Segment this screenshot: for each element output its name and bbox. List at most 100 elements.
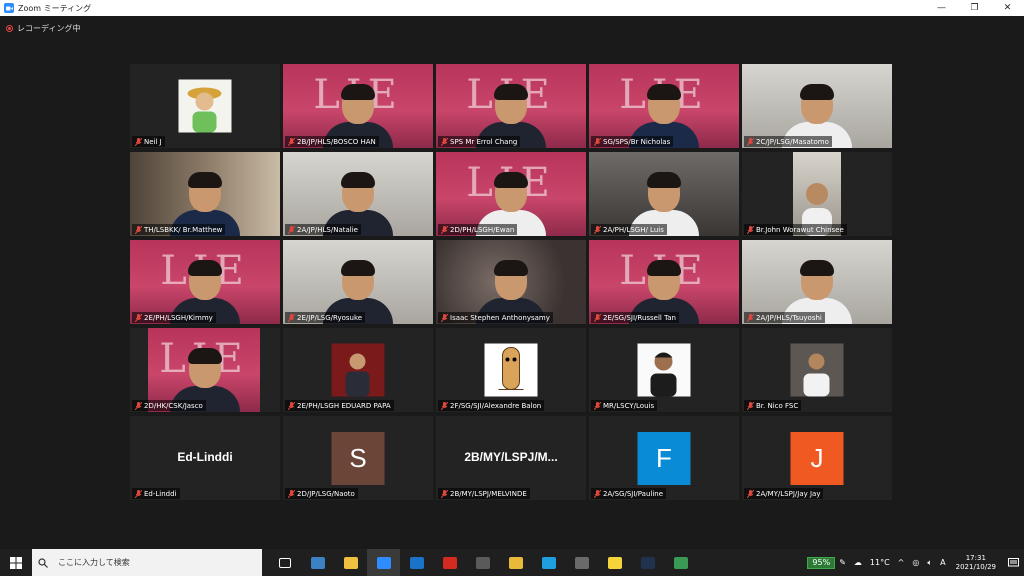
taskbar-app-blue-button[interactable] (631, 549, 664, 576)
muted-mic-icon (135, 489, 142, 498)
battery-indicator[interactable]: 95% (807, 556, 836, 569)
participant-name-bar: 2D/JP/LSG/Naoto (285, 488, 358, 499)
volume-icon[interactable]: 🔈︎ (927, 558, 932, 568)
muted-mic-icon (747, 401, 754, 410)
participant-tile[interactable]: 2C/JP/LSG/Masatomo (742, 64, 892, 148)
close-button[interactable]: ✕ (991, 0, 1024, 16)
participant-tile[interactable]: Ed-Linddi Ed-Linddi (130, 416, 280, 500)
participant-tile[interactable]: LIE2D/HK/CSK/Jasco (130, 328, 280, 412)
windows-logo-icon (10, 556, 22, 569)
participant-tile[interactable]: Isaac Stephen Anthonysamy (436, 240, 586, 324)
taskbar-mail-button[interactable] (400, 549, 433, 576)
recording-indicator[interactable]: レコーディング中 (6, 21, 80, 35)
temperature[interactable]: 11°C (870, 558, 890, 567)
muted-mic-icon (288, 313, 295, 322)
edge-icon (541, 556, 556, 569)
notification-icon[interactable] (1002, 549, 1024, 576)
ime-indicator[interactable]: A (940, 558, 945, 567)
participant-tile[interactable]: Neil J (130, 64, 280, 148)
avatar-letter: F (656, 443, 672, 473)
taskbar-calculator-button[interactable] (466, 549, 499, 576)
participant-tile[interactable]: 2F/SG/SJI/Alexandre Balon (436, 328, 586, 412)
participant-tile[interactable]: LIE2E/PH/LSGH/Kimmy (130, 240, 280, 324)
participant-tile[interactable]: LIE2E/SG/SJI/Russell Tan (589, 240, 739, 324)
taskbar-explorer-button[interactable] (334, 549, 367, 576)
participant-tile[interactable]: 2A/JP/HLS/Tsuyoshi (742, 240, 892, 324)
participant-tile[interactable]: TH/LSBKK/ Br.Matthew (130, 152, 280, 236)
taskbar-edge-button[interactable] (532, 549, 565, 576)
participant-tile[interactable]: MR/LSCY/Louis (589, 328, 739, 412)
taskbar-search-box[interactable]: ここに入力して検索 (32, 549, 262, 576)
participant-name-bar: 2C/JP/LSG/Masatomo (744, 136, 832, 147)
participant-name: Isaac Stephen Anthonysamy (450, 313, 550, 322)
muted-mic-icon (747, 489, 754, 498)
participant-tile[interactable]: Br.John Worawut Chinsee (742, 152, 892, 236)
clock[interactable]: 17:31 2021/10/29 (956, 554, 996, 572)
avatar-letter: J (810, 443, 824, 473)
participant-tile[interactable]: 2E/PH/LSGH EDUARD PAPA (283, 328, 433, 412)
muted-mic-icon (441, 489, 448, 498)
taskbar-task-view-button[interactable] (268, 549, 301, 576)
participant-name: 2A/MY/LSPJ/Jay Jay (756, 489, 821, 498)
camera-icon (574, 556, 589, 569)
participant-name-bar: TH/LSBKK/ Br.Matthew (132, 224, 226, 235)
muted-mic-icon (747, 225, 754, 234)
participant-name: SG/SPS/Br Nicholas (603, 137, 671, 146)
chevron-up-icon[interactable]: ^ (898, 558, 905, 567)
muted-mic-icon (594, 489, 601, 498)
participant-name-bar: 2A/SG/SJI/Pauline (591, 488, 667, 499)
chrome-2-icon (673, 556, 688, 569)
participant-name: Ed-Linddi (144, 489, 177, 498)
participant-tile[interactable]: S 2D/JP/LSG/Naoto (283, 416, 433, 500)
taskbar-store-button[interactable] (301, 549, 334, 576)
muted-mic-icon (594, 225, 601, 234)
participant-tile[interactable]: LIE2D/PH/LSGH/Ewan (436, 152, 586, 236)
participant-name-bar: Isaac Stephen Anthonysamy (438, 312, 553, 323)
search-placeholder: ここに入力して検索 (58, 558, 130, 567)
muted-mic-icon (441, 401, 448, 410)
participant-name-bar: Ed-Linddi (132, 488, 180, 499)
participant-name: 2D/HK/CSK/Jasco (144, 401, 203, 410)
participant-name: 2A/JP/HLS/Natalie (297, 225, 358, 234)
participant-name-bar: 2D/PH/LSGH/Ewan (438, 224, 518, 235)
taskbar-chrome-button[interactable] (499, 549, 532, 576)
taskbar-acrobat-button[interactable] (433, 549, 466, 576)
muted-mic-icon (288, 225, 295, 234)
participant-tile[interactable]: 2A/PH/LSGH/ Luis (589, 152, 739, 236)
participant-name-bar: 2A/PH/LSGH/ Luis (591, 224, 667, 235)
pen-icon[interactable]: ✎ (839, 558, 846, 567)
taskbar-chrome-2-button[interactable] (664, 549, 697, 576)
participant-name-bar: 2A/JP/HLS/Tsuyoshi (744, 312, 825, 323)
taskbar-sticky-notes-button[interactable] (598, 549, 631, 576)
weather-icon[interactable]: ☁ (854, 558, 862, 567)
start-button[interactable] (0, 549, 32, 576)
minimize-button[interactable]: — (925, 0, 958, 16)
taskbar-camera-button[interactable] (565, 549, 598, 576)
restore-button[interactable]: ❐ (958, 0, 991, 16)
participant-name: 2A/SG/SJI/Pauline (603, 489, 664, 498)
chrome-icon (508, 556, 523, 569)
profile-picture (178, 79, 232, 133)
participant-name-bar: 2E/PH/LSGH EDUARD PAPA (285, 400, 394, 411)
participant-tile[interactable]: 2A/JP/HLS/Natalie (283, 152, 433, 236)
muted-mic-icon (441, 225, 448, 234)
acrobat-icon (442, 556, 457, 569)
participant-name-bar: MR/LSCY/Louis (591, 400, 658, 411)
taskbar-zoom-button[interactable] (367, 549, 400, 576)
participant-tile[interactable]: Br. Nico FSC (742, 328, 892, 412)
recording-label: レコーディング中 (17, 23, 81, 33)
muted-mic-icon (288, 489, 295, 498)
participant-tile[interactable]: J 2A/MY/LSPJ/Jay Jay (742, 416, 892, 500)
muted-mic-icon (747, 313, 754, 322)
participant-tile[interactable]: 2B/MY/LSPJ/M... 2B/MY/LSPJ/MELVINDE (436, 416, 586, 500)
participant-tile[interactable]: LIE2B/JP/HLS/BOSCO HAN (283, 64, 433, 148)
record-icon (6, 24, 13, 32)
participant-tile[interactable]: LIESG/SPS/Br Nicholas (589, 64, 739, 148)
profile-picture (331, 343, 385, 397)
participant-tile[interactable]: LIESPS Mr Errol Chang (436, 64, 586, 148)
explorer-icon (343, 556, 358, 569)
participant-tile[interactable]: F 2A/SG/SJI/Pauline (589, 416, 739, 500)
network-icon[interactable]: ◎ (912, 558, 919, 567)
participant-tile[interactable]: 2E/JP/LSG/Ryosuke (283, 240, 433, 324)
profile-picture (637, 343, 691, 397)
